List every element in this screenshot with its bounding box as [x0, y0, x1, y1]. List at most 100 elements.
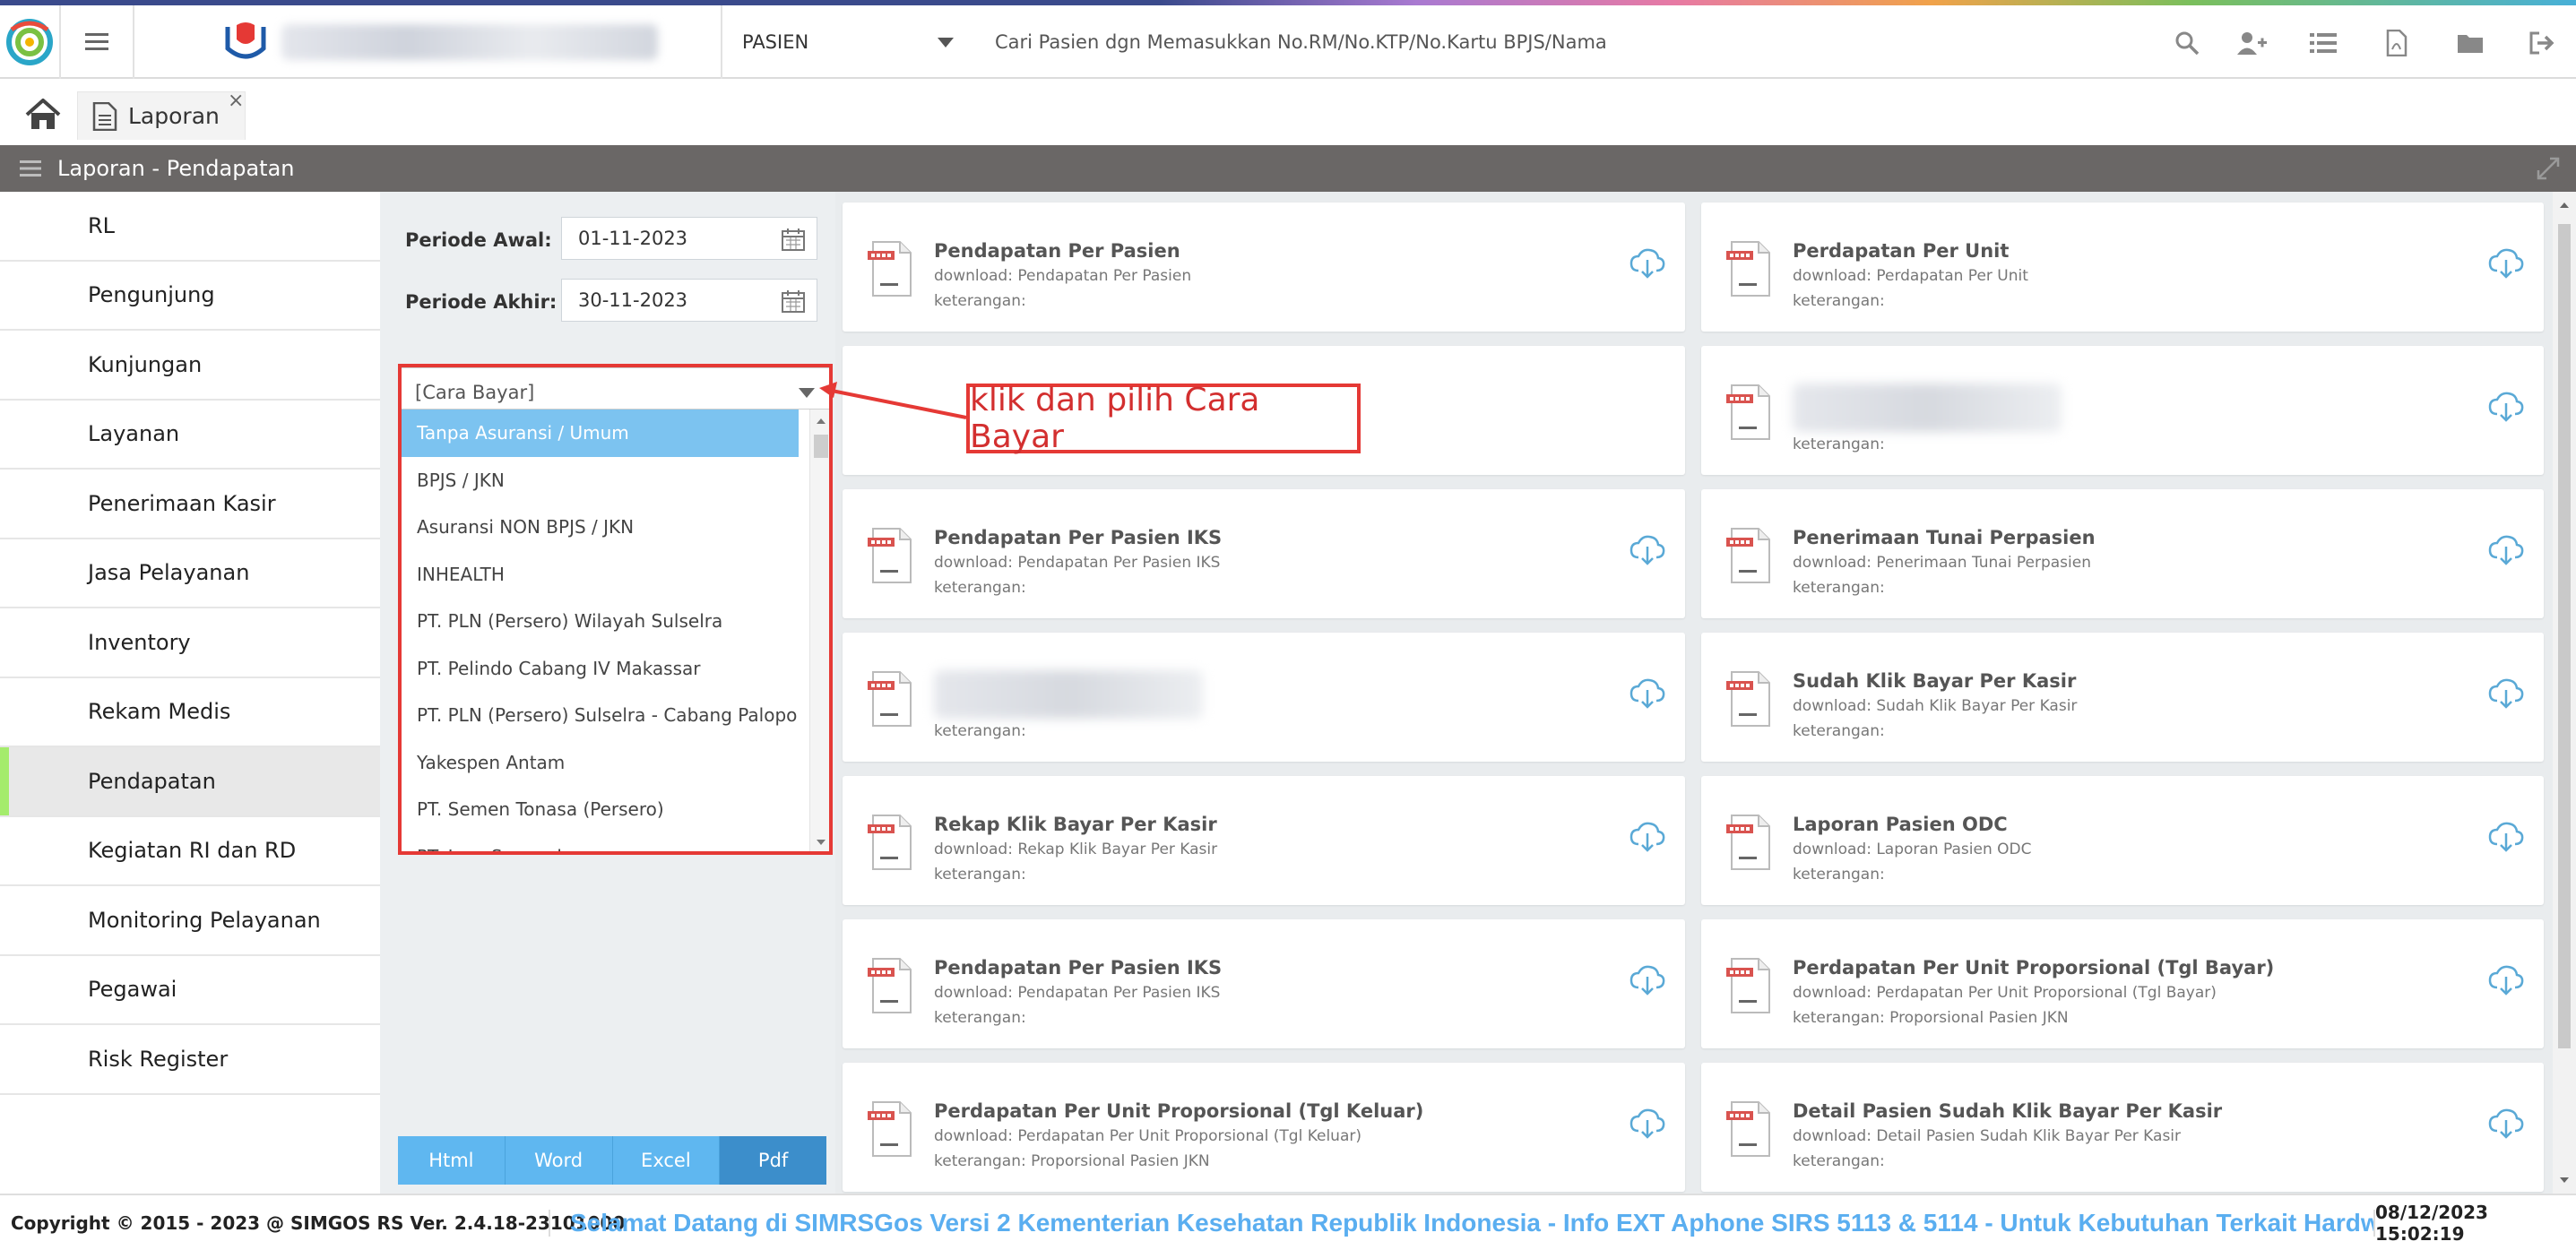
calendar-icon[interactable]	[781, 289, 806, 314]
report-card[interactable]: keterangan:	[843, 633, 1685, 762]
sidebar-item-label: Kegiatan RI dan RD	[88, 838, 297, 864]
scrollbar-thumb[interactable]	[2558, 224, 2571, 1048]
calendar-icon[interactable]	[781, 227, 806, 252]
pdf-report-icon	[1726, 815, 1770, 870]
sidebar-item[interactable]: Penerimaan Kasir	[0, 470, 380, 539]
report-card[interactable]: Detail Pasien Sudah Klik Bayar Per Kasir…	[1701, 1063, 2544, 1192]
cloud-download-icon[interactable]	[2488, 677, 2524, 710]
app-logo[interactable]	[0, 5, 61, 79]
report-title-redacted	[934, 670, 1203, 719]
report-card[interactable]: Laporan Pasien ODC download: Laporan Pasi…	[1701, 776, 2544, 905]
export-pdf-button[interactable]: Pdf	[720, 1136, 826, 1185]
cloud-download-icon[interactable]	[1629, 821, 1665, 853]
report-keterangan: keterangan:	[1793, 435, 1885, 453]
report-title[interactable]: Pendapatan Per Pasien IKS	[934, 957, 1222, 978]
sidebar-item[interactable]: Kunjungan	[0, 331, 380, 401]
cloud-download-icon[interactable]	[2488, 391, 2524, 423]
sidebar-item-label: Layanan	[88, 421, 180, 447]
sidebar-item[interactable]: Inventory	[0, 608, 380, 678]
sidebar-item[interactable]: Risk Register	[0, 1025, 380, 1095]
add-user-icon[interactable]	[2234, 25, 2269, 61]
sidebar-item[interactable]: RL	[0, 192, 380, 262]
export-excel-button[interactable]: Excel	[612, 1136, 721, 1185]
sidebar-item[interactable]: Monitoring Pelayanan	[0, 886, 380, 956]
periode-awal-label: Periode Awal:	[405, 229, 552, 251]
tab-laporan[interactable]: Laporan	[77, 91, 246, 140]
patient-type-select[interactable]: PASIEN	[722, 5, 973, 79]
cloud-download-icon[interactable]	[2488, 534, 2524, 566]
report-title[interactable]: Perdapatan Per Unit	[1793, 240, 2009, 262]
report-card[interactable]: Pendapatan Per Pasien IKS download: Penda…	[843, 489, 1685, 618]
pdf-report-icon	[868, 528, 912, 583]
cloud-download-icon[interactable]	[1629, 1108, 1665, 1140]
sidebar-item[interactable]: Kegiatan RI dan RD	[0, 816, 380, 886]
current-datetime: 08/12/2023 15:02:19	[2373, 1202, 2576, 1245]
export-word-button[interactable]: Word	[505, 1136, 613, 1185]
report-keterangan: keterangan:	[1793, 1152, 1885, 1170]
report-card[interactable]: Rekap Klik Bayar Per Kasir download: Reka…	[843, 776, 1685, 905]
report-keterangan: keterangan:	[1793, 292, 1885, 310]
cloud-download-icon[interactable]	[2488, 1108, 2524, 1140]
report-category-sidebar: RL Pengunjung Kunjungan Layanan Penerimaan K…	[0, 192, 380, 1095]
periode-akhir-input[interactable]: 30-11-2023	[561, 279, 817, 322]
sidebar-item[interactable]: Rekam Medis	[0, 677, 380, 747]
pdf-report-icon	[1726, 958, 1770, 1013]
report-download-label: download: Pendapatan Per Pasien IKS	[934, 554, 1221, 572]
report-card[interactable]: Perdapatan Per Unit download: Perdapatan …	[1701, 203, 2544, 332]
report-title[interactable]: Laporan Pasien ODC	[1793, 814, 2008, 835]
scroll-down-icon[interactable]	[2553, 1172, 2576, 1188]
report-title[interactable]: Perdapatan Per Unit Proporsional (Tgl Ke…	[934, 1100, 1423, 1122]
report-title[interactable]: Sudah Klik Bayar Per Kasir	[1793, 670, 2076, 692]
patient-search-input[interactable]: Cari Pasien dgn Memasukkan No.RM/No.KTP/…	[977, 5, 2142, 79]
cloud-download-icon[interactable]	[1629, 964, 1665, 996]
cloud-download-icon[interactable]	[2488, 964, 2524, 996]
pdf-report-icon	[868, 958, 912, 1013]
report-title[interactable]: Rekap Klik Bayar Per Kasir	[934, 814, 1217, 835]
pdf-file-icon[interactable]	[2379, 25, 2415, 61]
list-icon[interactable]	[2305, 25, 2341, 61]
copyright-text: Copyright © 2015 - 2023 @ SIMGOS RS Ver.…	[0, 1209, 625, 1237]
sidebar-item-label: Monitoring Pelayanan	[88, 907, 321, 933]
report-card[interactable]: keterangan:	[1701, 346, 2544, 475]
report-list: Pendapatan Per Pasien download: Pendapata…	[835, 192, 2576, 1194]
sidebar-item[interactable]: Pegawai	[0, 955, 380, 1025]
report-title[interactable]: Pendapatan Per Pasien	[934, 240, 1180, 262]
hamburger-menu-button[interactable]	[61, 5, 134, 79]
report-card[interactable]: Perdapatan Per Unit Proporsional (Tgl Ke…	[843, 1063, 1685, 1192]
sidebar-item[interactable]: Pengunjung	[0, 261, 380, 331]
report-title[interactable]: Penerimaan Tunai Perpasien	[1793, 527, 2096, 548]
cloud-download-icon[interactable]	[1629, 247, 1665, 280]
cloud-download-icon[interactable]	[1629, 534, 1665, 566]
export-button-group: Html Word Excel Pdf	[398, 1136, 826, 1185]
report-card[interactable]: Perdapatan Per Unit Proporsional (Tgl Ba…	[1701, 919, 2544, 1048]
scroll-up-icon[interactable]	[2553, 197, 2576, 213]
expand-icon[interactable]	[2537, 157, 2560, 180]
report-title[interactable]: Detail Pasien Sudah Klik Bayar Per Kasir	[1793, 1100, 2222, 1122]
report-card[interactable]: Sudah Klik Bayar Per Kasir download: Suda…	[1701, 633, 2544, 762]
report-card[interactable]: Pendapatan Per Pasien IKS download: Penda…	[843, 919, 1685, 1048]
close-tab-icon[interactable]: ×	[228, 91, 244, 111]
home-icon[interactable]	[23, 97, 63, 133]
cloud-download-icon[interactable]	[2488, 247, 2524, 280]
sidebar-item[interactable]: Layanan	[0, 400, 380, 470]
cloud-download-icon[interactable]	[1629, 677, 1665, 710]
hamburger-icon[interactable]	[20, 159, 41, 177]
report-title[interactable]: Perdapatan Per Unit Proporsional (Tgl Ba…	[1793, 957, 2274, 978]
periode-awal-input[interactable]: 01-11-2023	[561, 217, 817, 260]
sidebar-item[interactable]: Pendapatan	[0, 747, 380, 817]
pdf-report-icon	[868, 815, 912, 870]
periode-akhir-value: 30-11-2023	[578, 289, 688, 311]
report-download-label: download: Pendapatan Per Pasien	[934, 267, 1192, 285]
folder-icon[interactable]	[2452, 25, 2488, 61]
logout-icon[interactable]	[2524, 25, 2560, 61]
cloud-download-icon[interactable]	[2488, 821, 2524, 853]
report-card[interactable]: Penerimaan Tunai Perpasien download: Pene…	[1701, 489, 2544, 618]
report-title[interactable]: Pendapatan Per Pasien IKS	[934, 527, 1222, 548]
report-card[interactable]: Pendapatan Per Pasien download: Pendapata…	[843, 203, 1685, 332]
app-logo-icon	[6, 19, 53, 65]
search-icon[interactable]	[2169, 25, 2205, 61]
sidebar-item[interactable]: Jasa Pelayanan	[0, 539, 380, 608]
report-scrollbar[interactable]	[2553, 192, 2576, 1194]
news-ticker: Selamat Datang di SIMRSGos Versi 2 Kemen…	[570, 1208, 2373, 1237]
export-html-button[interactable]: Html	[398, 1136, 506, 1185]
